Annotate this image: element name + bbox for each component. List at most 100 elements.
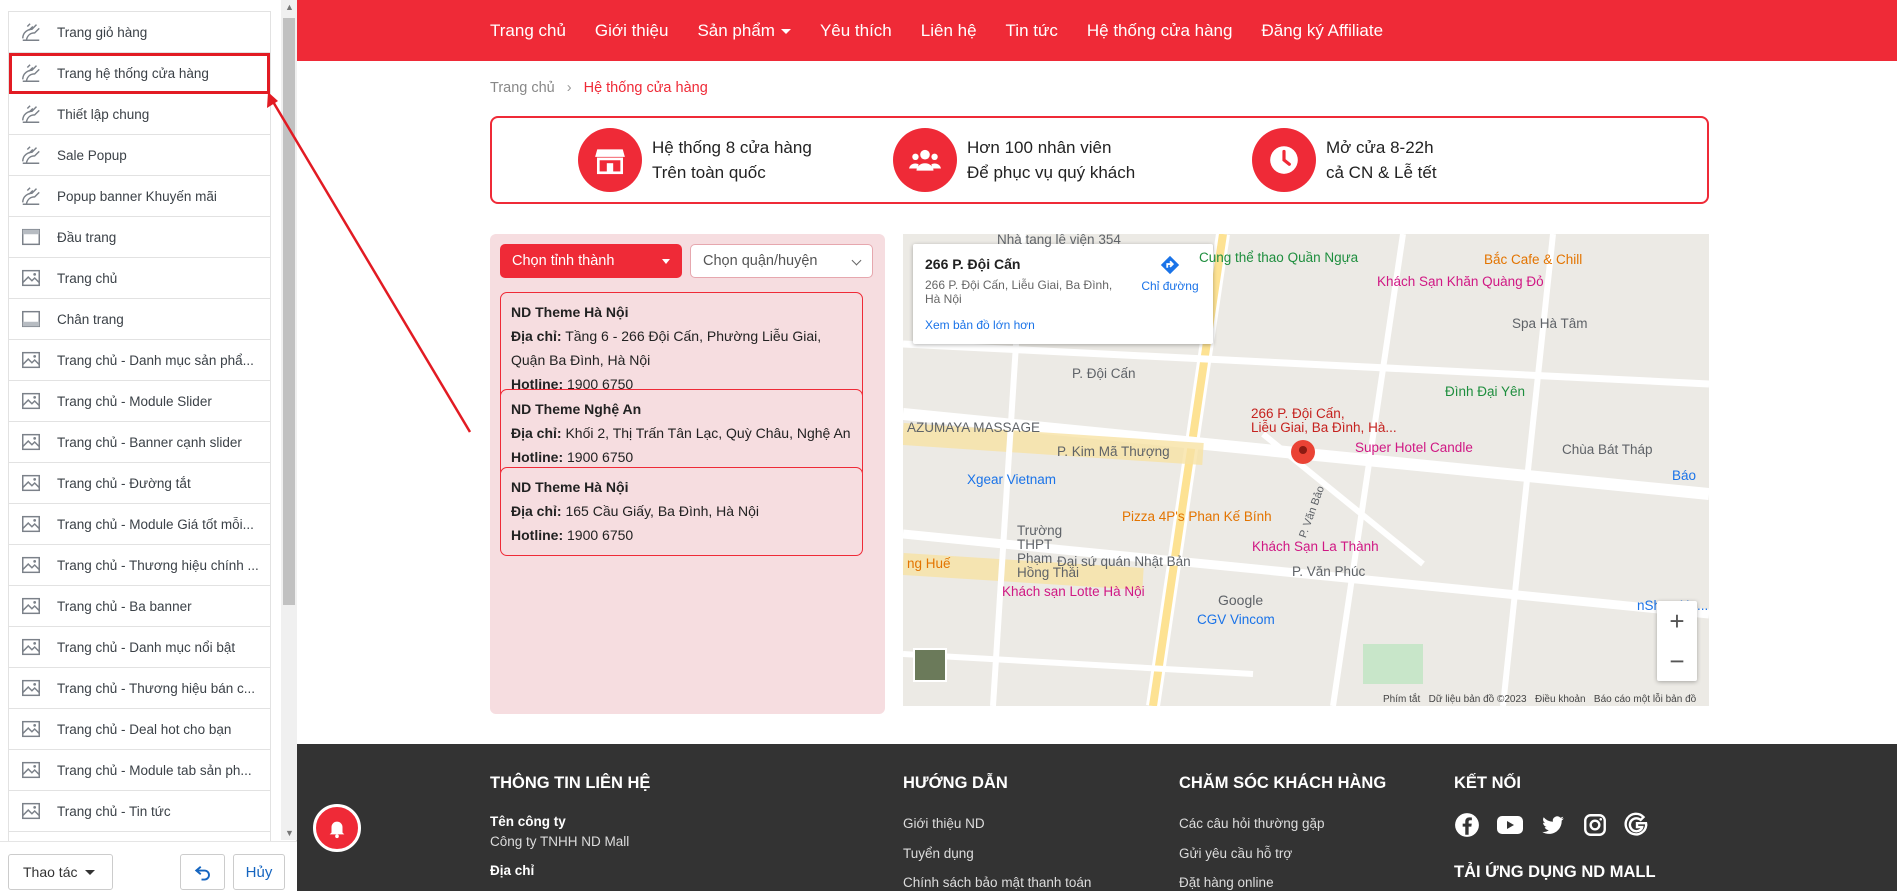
nav-item[interactable]: Giới thiệu xyxy=(595,21,669,41)
map-place-label[interactable]: Chùa Bát Tháp xyxy=(1562,442,1653,457)
map-place-label[interactable]: Pizza 4P's Phan Kế Bính xyxy=(1122,509,1272,524)
map-place-label[interactable]: Spa Hà Tâm xyxy=(1512,316,1588,331)
google-icon[interactable] xyxy=(1624,812,1650,838)
hotline-label: Hotline: xyxy=(511,449,564,465)
map-pin-label: 266 P. Đội Cấn, xyxy=(1251,406,1345,421)
zoom-out-button[interactable]: − xyxy=(1657,641,1697,681)
section-label: Trang chủ - Module Giá tốt mỗi... xyxy=(57,516,254,532)
scroll-down-arrow[interactable]: ▼ xyxy=(285,828,294,838)
twitter-icon[interactable] xyxy=(1540,812,1566,838)
google-map[interactable]: 266 P. Đội Cấn 266 P. Đội Cấn, Liễu Giai… xyxy=(903,234,1709,706)
store-card[interactable]: ND Theme Hà Nội Địa chỉ: 165 Cầu Giấy, Ba… xyxy=(500,467,863,556)
nav-item[interactable]: Đăng ký Affiliate xyxy=(1261,21,1383,41)
section-item[interactable]: Trang chủ - Thương hiệu bán c... xyxy=(9,668,270,709)
section-item[interactable]: Popup banner Khuyến mãi xyxy=(9,176,270,217)
map-footer-link[interactable]: Điều khoản xyxy=(1535,694,1586,705)
map-place-label[interactable]: Trường THPT Phạm Hồng Thái xyxy=(1017,524,1087,580)
footer-link[interactable]: Tuyển dụng xyxy=(903,846,974,861)
footer-link[interactable]: Các câu hỏi thường gặp xyxy=(1179,816,1324,831)
nav-item[interactable]: Sản phẩm xyxy=(697,21,791,41)
map-place-label[interactable]: ng Huế xyxy=(907,556,951,571)
map-place-label[interactable]: CGV Vincom xyxy=(1197,612,1275,627)
map-footer-link[interactable]: Báo cáo một lỗi bản đồ xyxy=(1594,694,1696,705)
nav-item[interactable]: Trang chủ xyxy=(490,21,566,41)
section-item[interactable]: Trang chủ - Ba banner xyxy=(9,586,270,627)
bell-icon xyxy=(329,821,345,839)
undo-button[interactable] xyxy=(180,854,225,890)
footer-heading-app: TẢI ỨNG DỤNG ND MALL xyxy=(1454,863,1656,881)
section-item[interactable]: Trang chủ - Tin tức xyxy=(9,791,270,832)
notification-bell-button[interactable] xyxy=(313,804,361,852)
section-item[interactable]: Trang chủ - Danh mục sản phẩ... xyxy=(9,340,270,381)
zoom-in-button[interactable]: + xyxy=(1657,601,1697,641)
section-label: Sale Popup xyxy=(57,147,127,163)
section-item[interactable]: Trang chủ - Danh mục nổi bật xyxy=(9,627,270,668)
view-larger-map-link[interactable]: Xem bản đồ lớn hơn xyxy=(925,318,1201,332)
address-label: Địa chỉ: xyxy=(511,503,562,519)
map-place-label[interactable]: P. Kim Mã Thượng xyxy=(1057,444,1170,459)
directions-button[interactable]: Chỉ đường xyxy=(1135,254,1205,293)
section-item[interactable]: Thiết lập chung xyxy=(9,94,270,135)
map-footer-link[interactable]: Phím tắt xyxy=(1383,694,1420,705)
map-footer-link: Dữ liệu bản đồ ©2023 xyxy=(1428,694,1527,705)
section-item[interactable]: Trang giỏ hàng xyxy=(9,12,270,53)
map-place-label[interactable]: Đình Đại Yên xyxy=(1445,384,1525,399)
image-icon xyxy=(20,472,42,494)
nav-item[interactable]: Hệ thống cửa hàng xyxy=(1087,21,1233,41)
feature-subtitle: Để phục vụ quý khách xyxy=(967,163,1136,182)
nav-item[interactable]: Tin tức xyxy=(1006,21,1058,41)
sidebar-scrollbar[interactable]: ▲ ▼ xyxy=(281,0,297,840)
section-item[interactable]: Trang chủ - Module Slider xyxy=(9,381,270,422)
section-item[interactable]: Trang chủ - Module tab sản ph... xyxy=(9,750,270,791)
image-icon xyxy=(20,595,42,617)
youtube-icon[interactable] xyxy=(1496,812,1524,838)
satellite-toggle[interactable] xyxy=(913,648,947,682)
scroll-up-arrow[interactable]: ▲ xyxy=(285,2,294,12)
map-place-label[interactable]: Cung thể thao Quần Ngựa xyxy=(1199,250,1358,265)
store-card[interactable]: ND Theme Nghệ An Địa chỉ: Khối 2, Thị Trấ… xyxy=(500,389,863,478)
section-item[interactable]: Chân trang xyxy=(9,299,270,340)
instagram-icon[interactable] xyxy=(1582,812,1608,838)
map-place-label[interactable]: Đại sứ quán Nhật Bản xyxy=(1057,554,1191,569)
map-place-label[interactable]: Nhà tang lễ viện 354 xyxy=(997,234,1121,247)
section-item[interactable]: Đầu trang xyxy=(9,217,270,258)
breadcrumb-home[interactable]: Trang chủ xyxy=(490,80,555,96)
footer-link[interactable]: Đặt hàng online xyxy=(1179,875,1274,890)
map-place-label[interactable]: Bắc Cafe & Chill xyxy=(1484,252,1582,267)
section-label: Trang chủ - Danh mục nổi bật xyxy=(57,639,236,655)
map-place-label[interactable]: Khách Sạn Khăn Quàng Đỏ xyxy=(1377,274,1544,289)
section-item[interactable]: Trang chủ - Module Giá tốt mỗi... xyxy=(9,504,270,545)
social-icons xyxy=(1454,812,1650,838)
map-place-label[interactable]: P. Văn Phúc xyxy=(1292,564,1365,579)
section-item[interactable]: Trang chủ - Thương hiệu chính ... xyxy=(9,545,270,586)
map-place-label[interactable]: Super Hotel Candle xyxy=(1355,440,1473,455)
footer-link[interactable]: Giới thiệu ND xyxy=(903,816,985,831)
map-place-label[interactable]: Xgear Vietnam xyxy=(967,472,1056,487)
actions-dropdown[interactable]: Thao tác xyxy=(8,854,113,890)
map-place-label[interactable]: Báo xyxy=(1672,468,1696,483)
section-item[interactable]: Sale Popup xyxy=(9,135,270,176)
footer-link[interactable]: Chính sách bảo mật thanh toán xyxy=(903,875,1091,890)
section-item[interactable]: Trang chủ xyxy=(9,258,270,299)
layout-icon xyxy=(20,144,42,166)
cancel-button[interactable]: Hủy xyxy=(233,854,285,890)
section-label: Chân trang xyxy=(57,311,124,327)
district-select[interactable]: Chọn quận/huyện xyxy=(690,244,873,278)
map-place-label[interactable]: P. Đội Cấn xyxy=(1072,366,1136,381)
nav-item[interactable]: Yêu thích xyxy=(820,21,892,41)
nav-item[interactable]: Liên hệ xyxy=(921,21,977,41)
section-item[interactable]: Trang chủ - Banner cạnh slider xyxy=(9,422,270,463)
clock-icon xyxy=(1252,128,1316,192)
section-item[interactable]: Trang chủ - Deal hot cho bạn xyxy=(9,709,270,750)
map-place-label[interactable]: Khách Sạn La Thành xyxy=(1252,539,1379,554)
section-item[interactable]: Trang chủ - Đường tắt xyxy=(9,463,270,504)
footer-link[interactable]: Gửi yêu cầu hỗ trợ xyxy=(1179,846,1292,861)
section-label: Trang chủ - Ba banner xyxy=(57,598,192,614)
section-item[interactable]: Trang hệ thống cửa hàng xyxy=(9,53,270,94)
province-select[interactable]: Chọn tỉnh thành xyxy=(500,244,682,278)
facebook-icon[interactable] xyxy=(1454,812,1480,838)
map-place-label[interactable]: AZUMAYA MASSAGE xyxy=(907,420,1040,435)
directions-label: Chỉ đường xyxy=(1141,279,1199,293)
map-place-label[interactable]: Khách sạn Lotte Hà Nội xyxy=(1002,584,1145,599)
scrollbar-thumb[interactable] xyxy=(283,18,295,605)
